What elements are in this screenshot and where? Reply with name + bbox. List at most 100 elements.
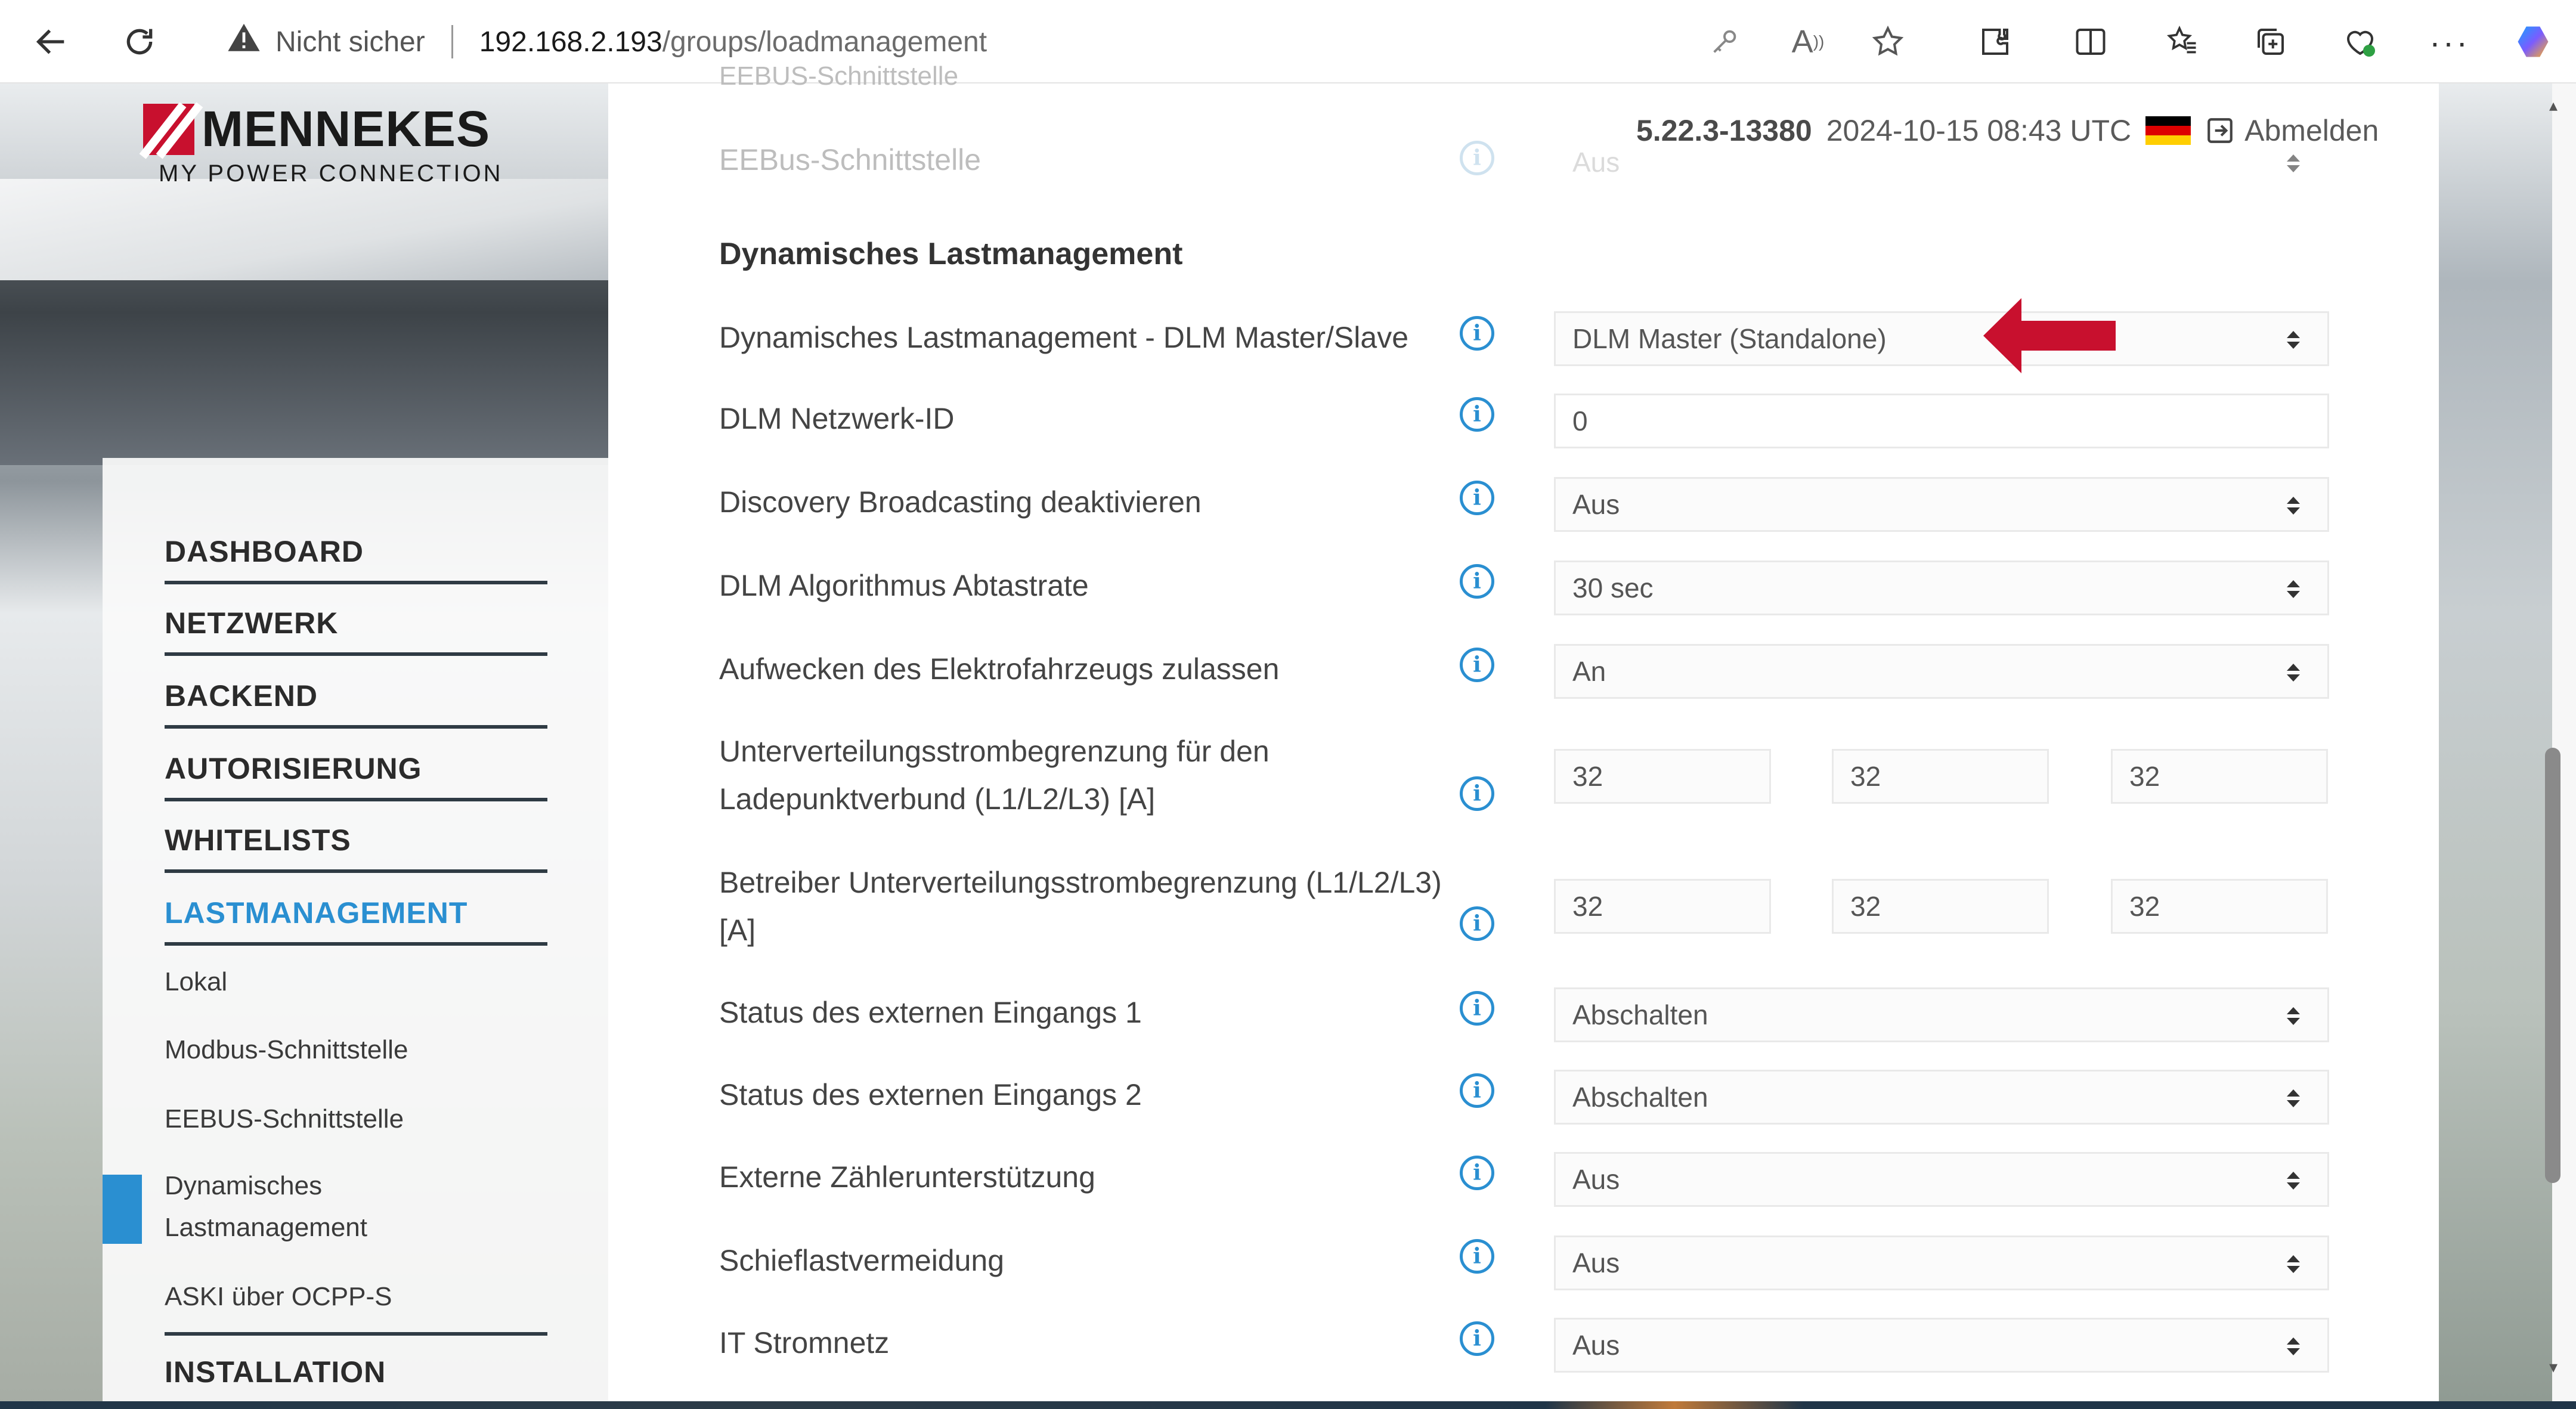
- row-label-operator-limit: Betreiber Unterverteilungsstrombegrenzun…: [719, 859, 1442, 954]
- favorite-star-icon[interactable]: [1864, 18, 1912, 66]
- warning-icon: [227, 21, 261, 63]
- it-grid-select[interactable]: Aus: [1554, 1318, 2329, 1373]
- split-screen-icon[interactable]: [2067, 18, 2114, 66]
- operator-l3-input[interactable]: 32: [2111, 879, 2328, 934]
- scroll-up-icon[interactable]: ▴: [2545, 95, 2562, 114]
- operator-l1-input[interactable]: 32: [1554, 879, 1771, 934]
- nav-item-dashboard[interactable]: DASHBOARD: [165, 534, 547, 584]
- background-photo-right: [2439, 83, 2552, 1409]
- info-icon[interactable]: i: [1460, 397, 1494, 432]
- info-icon[interactable]: i: [1460, 141, 1494, 175]
- operator-l2-input[interactable]: 32: [1832, 879, 2049, 934]
- info-icon[interactable]: i: [1460, 991, 1494, 1026]
- info-icon[interactable]: i: [1460, 316, 1494, 351]
- more-icon[interactable]: ···: [2426, 18, 2473, 66]
- info-icon[interactable]: i: [1460, 1239, 1494, 1274]
- nav-item-netzwerk[interactable]: NETZWERK: [165, 606, 547, 656]
- ext-input-2-select[interactable]: Abschalten: [1554, 1070, 2329, 1125]
- row-label-sampling-rate: DLM Algorithmus Abtastrate: [719, 569, 1089, 602]
- read-aloud-icon[interactable]: A)): [1784, 18, 1832, 66]
- eebus-select-value: Aus: [1572, 147, 1620, 178]
- nav-item-installation[interactable]: INSTALLATION: [165, 1355, 547, 1401]
- unbalanced-load-value: Aus: [1572, 1247, 1620, 1278]
- nav-item-whitelists[interactable]: WHITELISTS: [165, 823, 547, 873]
- wakeup-value: An: [1572, 656, 1606, 687]
- highlight-arrow-icon: [1983, 298, 2116, 373]
- copilot-icon[interactable]: [2509, 18, 2557, 66]
- subdistribution-l1-input[interactable]: 32: [1554, 749, 1771, 804]
- sampling-rate-select[interactable]: 30 sec: [1554, 560, 2329, 615]
- unbalanced-load-select[interactable]: Aus: [1554, 1235, 2329, 1290]
- collections-icon[interactable]: [2247, 18, 2295, 66]
- row-label-dlm-mode: Dynamisches Lastmanagement - DLM Master/…: [719, 321, 1409, 354]
- nav-divider: [165, 1332, 547, 1336]
- nav-item-lastmanagement[interactable]: LASTMANAGEMENT: [165, 896, 547, 946]
- faded-section-label: EEBUS-Schnittstelle: [719, 61, 959, 91]
- l1-value: 32: [1572, 891, 1603, 922]
- subdistribution-l2-input[interactable]: 32: [1832, 749, 2049, 804]
- nav-active-indicator: [103, 1175, 142, 1244]
- scroll-down-icon[interactable]: ▾: [2545, 1357, 2562, 1376]
- network-id-input[interactable]: 0: [1554, 394, 2329, 448]
- ext-input-1-value: Abschalten: [1572, 999, 1708, 1030]
- read-aloud-icon[interactable]: [2379, 18, 2427, 66]
- info-icon[interactable]: i: [1460, 1073, 1494, 1108]
- browser-toolbar: Nicht sicher 192.168.2.193/groups/loadma…: [0, 0, 2576, 83]
- dlm-mode-select[interactable]: DLM Master (Standalone): [1554, 311, 2329, 366]
- dlm-mode-value: DLM Master (Standalone): [1572, 323, 1887, 354]
- back-icon[interactable]: [26, 17, 76, 67]
- nav-item-autorisierung[interactable]: AUTORISIERUNG: [165, 751, 547, 801]
- discovery-select[interactable]: Aus: [1554, 477, 2329, 532]
- ext-meter-select[interactable]: Aus: [1554, 1152, 2329, 1207]
- info-icon[interactable]: i: [1460, 1156, 1494, 1190]
- info-icon[interactable]: i: [1460, 648, 1494, 682]
- info-icon[interactable]: i: [1460, 776, 1494, 811]
- background-roof: [0, 179, 608, 280]
- reload-icon[interactable]: [114, 17, 165, 67]
- ext-input-2-value: Abschalten: [1572, 1082, 1708, 1113]
- eebus-row-label: EEBus-Schnittstelle: [719, 143, 982, 176]
- scrollbar-track[interactable]: [2552, 83, 2576, 1409]
- info-icon[interactable]: i: [1460, 564, 1494, 599]
- nav-subitem-dynamisches-lastmanagement[interactable]: Dynamisches Lastmanagement: [165, 1165, 415, 1249]
- row-label-discovery: Discovery Broadcasting deaktivieren: [719, 485, 1202, 519]
- it-grid-value: Aus: [1572, 1330, 1620, 1361]
- key-icon[interactable]: [1701, 18, 1748, 66]
- nav-subitem-lokal[interactable]: Lokal: [165, 961, 547, 1003]
- info-icon[interactable]: i: [1460, 906, 1494, 941]
- subdistribution-l3-input[interactable]: 32: [2111, 749, 2328, 804]
- row-label-line: [A]: [719, 913, 756, 947]
- discovery-value: Aus: [1572, 489, 1620, 520]
- row-label-line: Unterverteilungsstrombegrenzung für den: [719, 735, 1270, 768]
- wakeup-select[interactable]: An: [1554, 644, 2329, 699]
- security-label: Nicht sicher: [275, 26, 425, 58]
- info-icon[interactable]: i: [1460, 481, 1494, 515]
- favorites-icon[interactable]: [2159, 18, 2206, 66]
- l3-value: 32: [2129, 891, 2160, 922]
- scrollbar-thumb[interactable]: [2545, 748, 2560, 1183]
- row-label-line: Ladepunktverbund (L1/L2/L3) [A]: [719, 782, 1156, 816]
- nav-subitem-modbus[interactable]: Modbus-Schnittstelle: [165, 1029, 547, 1071]
- address-separator: [451, 25, 453, 58]
- taskbar-strip: [0, 1401, 2576, 1409]
- row-label-it-grid: IT Stromnetz: [719, 1326, 890, 1360]
- l2-value: 32: [1850, 891, 1881, 922]
- extensions-icon[interactable]: [1971, 18, 2019, 66]
- nav-subitem-eebus[interactable]: EEBUS-Schnittstelle: [165, 1098, 547, 1140]
- section-title: Dynamisches Lastmanagement: [719, 237, 1183, 271]
- eebus-select[interactable]: Aus: [1554, 135, 2329, 190]
- row-label-wakeup: Aufwecken des Elektrofahrzeugs zulassen: [719, 652, 1280, 686]
- sampling-rate-value: 30 sec: [1572, 572, 1654, 603]
- row-label-subdistribution-limit: Unterverteilungsstrombegrenzung für den …: [719, 727, 1270, 823]
- l2-value: 32: [1850, 761, 1881, 792]
- row-label-network-id: DLM Netzwerk-ID: [719, 402, 955, 435]
- brand-tagline: MY POWER CONNECTION: [159, 160, 503, 187]
- browser-essentials-icon[interactable]: [2336, 18, 2384, 66]
- nav-item-backend[interactable]: BACKEND: [165, 679, 547, 729]
- nav-subitem-aski-ocpp[interactable]: ASKI über OCPP-S: [165, 1276, 547, 1318]
- row-label-ext-input-1: Status des externen Eingangs 1: [719, 996, 1142, 1029]
- info-icon[interactable]: i: [1460, 1321, 1494, 1356]
- brand-logo[interactable]: MENNEKES MY POWER CONNECTION: [143, 100, 503, 187]
- ext-input-1-select[interactable]: Abschalten: [1554, 987, 2329, 1042]
- mennekes-logo-icon: [143, 103, 194, 155]
